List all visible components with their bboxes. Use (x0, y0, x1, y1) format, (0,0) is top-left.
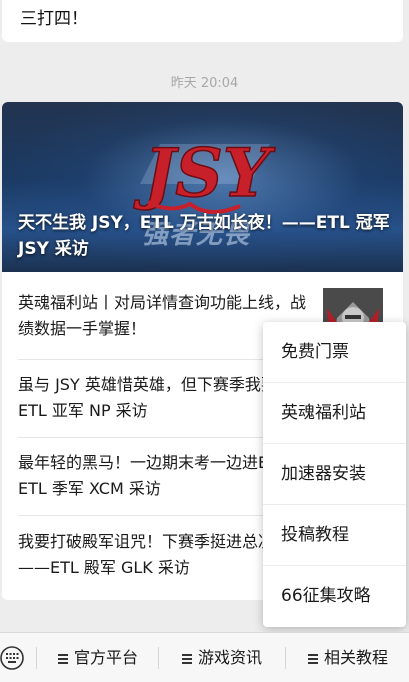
tab-label: 官方平台 (73, 648, 138, 667)
bottom-menu-bar: 官方平台 游戏资讯 相关教程 (0, 632, 409, 682)
article-banner[interactable]: JSY 强者无畏 天不生我 JSY，ETL 万古如长夜！——ETL 冠军 JSY… (2, 102, 403, 272)
menu-item-welfare[interactable]: 英魂福利站 (263, 383, 406, 444)
previous-message-card[interactable]: 三打四！ (2, 0, 403, 42)
tab-label: 游戏资讯 (197, 648, 262, 667)
menu-icon (57, 652, 68, 666)
tab-official-platform[interactable]: 官方平台 (40, 633, 156, 682)
message-timestamp: 昨天 20:04 (170, 76, 239, 91)
svg-text:JSY: JSY (133, 134, 276, 212)
menu-item-submission-guide[interactable]: 投稿教程 (263, 505, 406, 566)
menu-item-accelerator[interactable]: 加速器安装 (263, 444, 406, 505)
divider (285, 647, 286, 669)
menu-icon (181, 652, 192, 666)
menu-item-free-tickets[interactable]: 免费门票 (263, 322, 406, 383)
previous-message-text: 三打四！ (20, 9, 88, 29)
menu-icon (307, 652, 318, 666)
tab-tutorials[interactable]: 相关教程 (290, 633, 406, 682)
tab-popup-menu: 免费门票 英魂福利站 加速器安装 投稿教程 66征集攻略 (263, 322, 406, 627)
divider (36, 647, 37, 669)
tab-game-news[interactable]: 游戏资讯 (164, 633, 280, 682)
menu-item-66-guide[interactable]: 66征集攻略 (263, 566, 406, 627)
divider (158, 647, 159, 669)
keyboard-icon[interactable] (0, 633, 34, 682)
jsy-logo-icon: JSY (132, 133, 277, 214)
banner-article-title: 天不生我 JSY，ETL 万古如长夜！——ETL 冠军 JSY 采访 (18, 213, 390, 259)
tab-label: 相关教程 (323, 648, 388, 667)
